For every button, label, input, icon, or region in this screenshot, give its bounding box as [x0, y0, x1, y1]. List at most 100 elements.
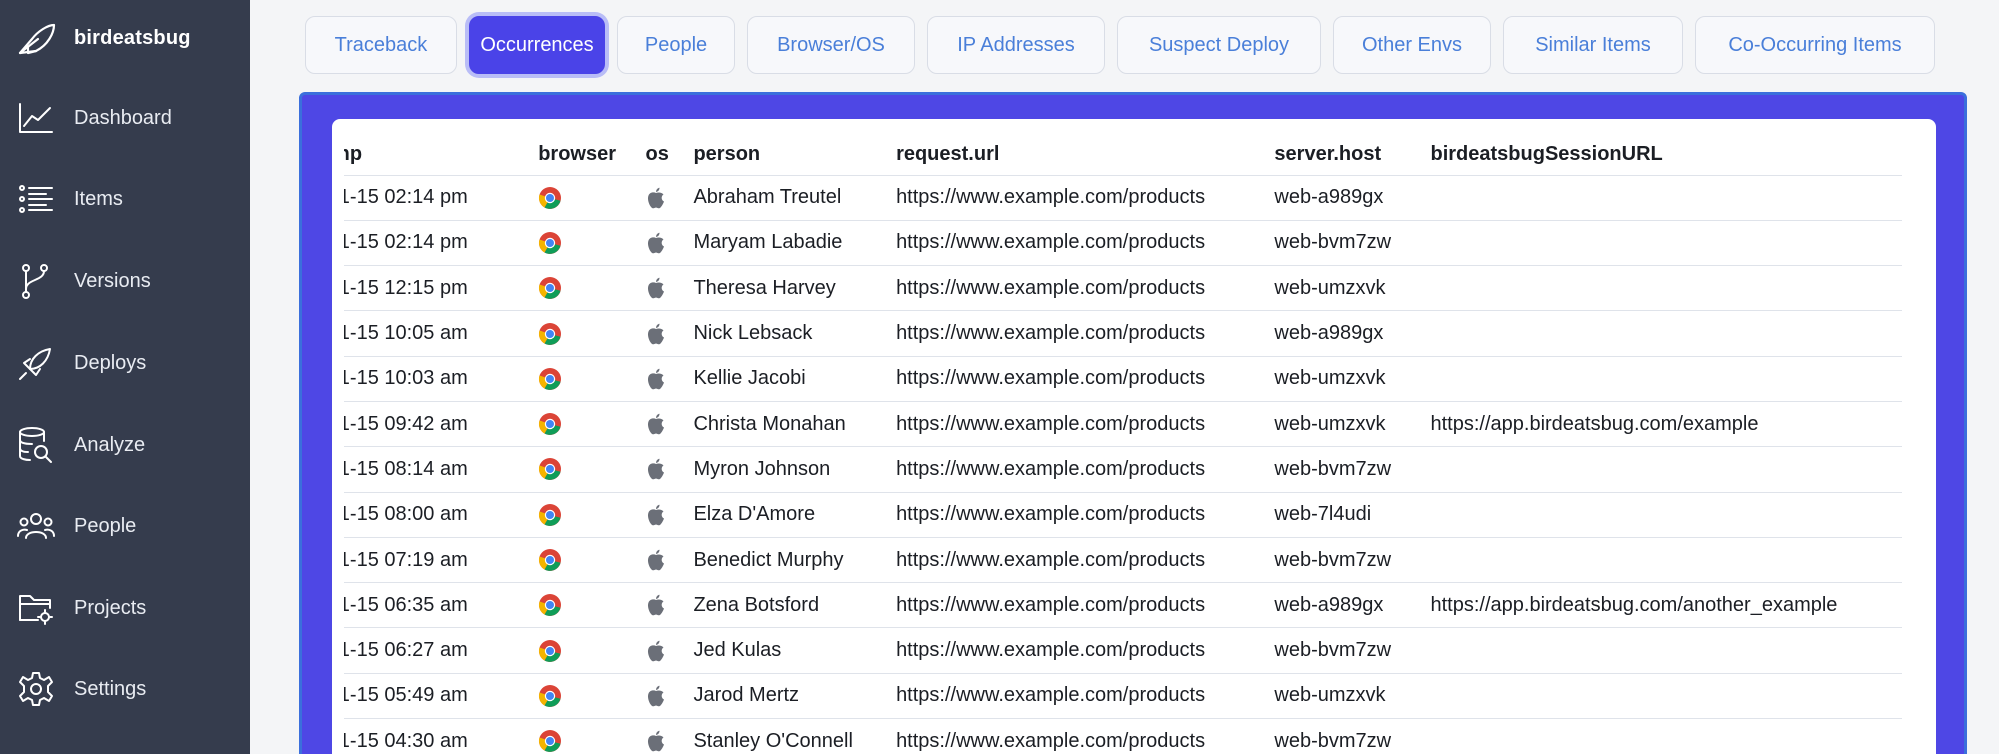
- sidebar-item-items[interactable]: Items: [16, 177, 236, 221]
- cell-server-host: web-umzxvk: [1262, 401, 1419, 448]
- tab-browser-os[interactable]: Browser/OS: [747, 16, 915, 74]
- cell-person[interactable]: Theresa Harvey: [681, 265, 885, 312]
- occurrences-card: timestamp browser os person request.url …: [332, 119, 1936, 754]
- cell-person[interactable]: Kellie Jacobi: [681, 356, 885, 402]
- tab-similar-items[interactable]: Similar Items: [1503, 16, 1683, 74]
- table-row[interactable]: 2023-11-15 10:05 am Nick Lebsackhttps://w…: [344, 310, 1902, 357]
- cell-request-url: https://www.example.com/products: [884, 401, 1263, 448]
- cell-server-host: web-bvm7zw: [1262, 718, 1419, 754]
- cell-os: [633, 492, 682, 538]
- table-row[interactable]: 2023-11-15 09:42 amChrista Monahanhttps:…: [344, 401, 1902, 448]
- tab-ip-addresses[interactable]: IP Addresses: [927, 16, 1105, 74]
- cell-timestamp: 2023-11-15 08:00 am: [344, 492, 527, 538]
- sidebar-item-projects[interactable]: Projects: [16, 586, 236, 630]
- sidebar-item-label: People: [74, 514, 137, 537]
- people-icon: [17, 513, 55, 539]
- table-row[interactable]: 2023-11-15 02:14 pm Maryam Labadiehttps:/…: [344, 220, 1902, 267]
- tab-occurrences[interactable]: Occurrences: [469, 16, 605, 74]
- cell-session-url: [1418, 627, 1902, 674]
- table-row[interactable]: 2023-11-15 06:27 am Jed Kulashttps://www.…: [344, 627, 1902, 674]
- cell-server-host: web-a989gx: [1262, 310, 1419, 357]
- cell-session-url: [1418, 718, 1902, 754]
- list-icon: [19, 185, 53, 213]
- cell-person[interactable]: Elza D'Amore: [681, 492, 885, 538]
- cell-person[interactable]: Zena Botsford: [681, 582, 885, 629]
- cell-person[interactable]: Jed Kulas: [681, 627, 885, 674]
- sidebar-item-versions[interactable]: Versions: [16, 259, 236, 303]
- cell-server-host: web-a989gx: [1262, 582, 1419, 629]
- apple-icon: [647, 640, 664, 661]
- cell-os: [633, 673, 682, 720]
- database-search-icon: [19, 427, 52, 463]
- apple-icon: [647, 459, 664, 480]
- column-header-person[interactable]: person: [681, 135, 885, 176]
- column-header-session-url[interactable]: birdeatsbugSessionURL: [1418, 135, 1902, 176]
- cell-request-url: https://www.example.com/products: [884, 310, 1263, 357]
- table-row[interactable]: 2023-11-15 12:15 pm Theresa Harveyhttps:/…: [344, 265, 1902, 312]
- cell-request-url: https://www.example.com/products: [884, 537, 1263, 584]
- table-row[interactable]: 2023-11-15 08:14 am Myron Johnsonhttps://…: [344, 446, 1902, 493]
- cell-os: [633, 356, 682, 402]
- table-row[interactable]: 2023-11-15 05:49 am Jarod Mertzhttps://ww…: [344, 673, 1902, 720]
- cell-session-url: [1418, 265, 1902, 312]
- cell-timestamp: 2023-11-15 06:27 am: [344, 627, 527, 674]
- cell-request-url: https://www.example.com/products: [884, 265, 1263, 312]
- apple-icon: [647, 278, 664, 299]
- chrome-icon: [539, 594, 562, 617]
- cell-browser: [526, 310, 634, 357]
- occurrences-table: timestamp browser os person request.url …: [344, 135, 1902, 754]
- apple-icon: [647, 549, 664, 571]
- cell-person[interactable]: Jarod Mertz: [681, 673, 885, 720]
- column-header-request-url[interactable]: request.url: [884, 135, 1263, 176]
- cell-person[interactable]: Stanley O'Connell: [681, 718, 885, 754]
- column-header-browser[interactable]: browser: [526, 135, 634, 176]
- cell-os: [633, 537, 682, 584]
- sidebar-item-settings[interactable]: Settings: [16, 667, 236, 711]
- table-row[interactable]: 2023-11-15 06:35 amZena Botsfordhttps://…: [344, 582, 1902, 629]
- tab-other-envs[interactable]: Other Envs: [1333, 16, 1491, 74]
- column-header-server-host[interactable]: server.host: [1262, 135, 1419, 176]
- apple-icon: [647, 595, 664, 616]
- table-row[interactable]: 2023-11-15 08:00 am Elza D'Amorehttps://w…: [344, 492, 1902, 538]
- cell-person[interactable]: Benedict Murphy: [681, 537, 885, 584]
- apple-icon: [647, 413, 664, 435]
- table-row[interactable]: 2023-11-15 07:19 am Benedict Murphyhttps:…: [344, 537, 1902, 584]
- sidebar-item-analyze[interactable]: Analyze: [16, 423, 236, 467]
- table-row[interactable]: 2023-11-15 02:14 pm Abraham Treutelhttps:…: [344, 175, 1902, 221]
- tab-co-occurring-items[interactable]: Co-Occurring Items: [1695, 16, 1935, 74]
- brand[interactable]: birdeatsbug: [16, 16, 191, 60]
- sidebar-item-dashboard[interactable]: Dashboard: [16, 96, 236, 140]
- cell-person[interactable]: Maryam Labadie: [681, 220, 885, 267]
- cell-server-host: web-bvm7zw: [1262, 446, 1419, 493]
- table-header-row: timestamp browser os person request.url …: [344, 135, 1902, 176]
- table-row[interactable]: 2023-11-15 04:30 am Stanley O'Connellhttp…: [344, 718, 1902, 754]
- cell-timestamp: 2023-11-15 08:14 am: [344, 446, 527, 493]
- cell-person[interactable]: Myron Johnson: [681, 446, 885, 493]
- cell-os: [633, 175, 682, 221]
- cell-browser: [526, 537, 634, 584]
- table-scroll-area[interactable]: timestamp browser os person request.url …: [344, 119, 1924, 754]
- cell-person[interactable]: Christa Monahan: [681, 401, 885, 448]
- cell-server-host: web-umzxvk: [1262, 265, 1419, 312]
- tab-traceback[interactable]: Traceback: [305, 16, 457, 74]
- tab-people[interactable]: People: [617, 16, 735, 74]
- chrome-icon: [539, 367, 562, 390]
- cell-session-url: https://app.birdeatsbug.com/example: [1418, 401, 1902, 448]
- cell-browser: [526, 446, 634, 493]
- chrome-icon: [539, 277, 562, 300]
- cell-timestamp: 2023-11-15 09:42 am: [344, 401, 527, 448]
- sidebar-item-deploys[interactable]: Deploys: [16, 341, 236, 385]
- chrome-icon: [539, 413, 562, 436]
- column-header-timestamp[interactable]: timestamp: [344, 135, 527, 176]
- tab-suspect-deploy[interactable]: Suspect Deploy: [1117, 16, 1321, 74]
- cell-timestamp: 2023-11-15 05:49 am: [344, 673, 527, 720]
- column-header-os[interactable]: os: [633, 135, 682, 176]
- cell-session-url: [1418, 175, 1902, 221]
- cell-person[interactable]: Nick Lebsack: [681, 310, 885, 357]
- cell-person[interactable]: Abraham Treutel: [681, 175, 885, 221]
- cell-request-url: https://www.example.com/products: [884, 356, 1263, 402]
- apple-icon: [647, 685, 664, 707]
- chrome-icon: [539, 684, 562, 707]
- sidebar-item-people[interactable]: People: [16, 504, 236, 548]
- table-row[interactable]: 2023-11-15 10:03 am Kellie Jacobihttps://…: [344, 356, 1902, 402]
